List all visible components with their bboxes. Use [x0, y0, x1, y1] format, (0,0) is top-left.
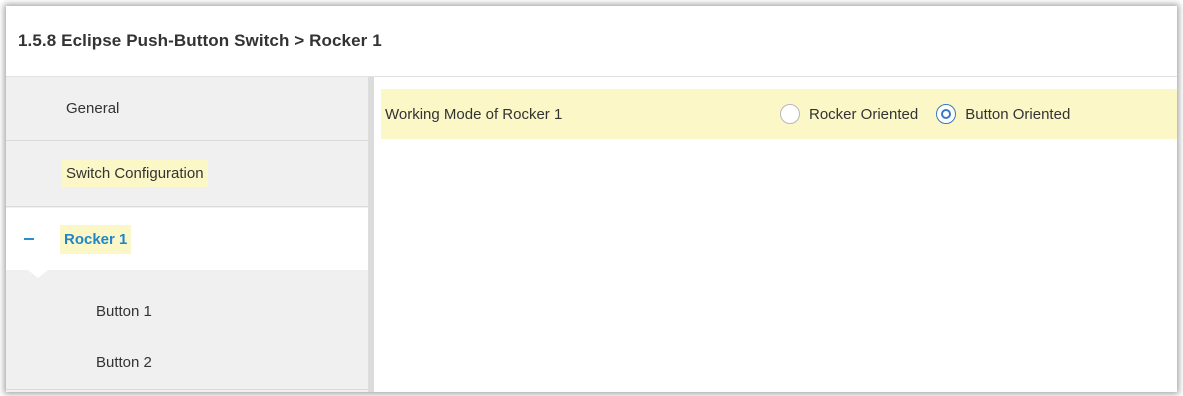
- radio-button-oriented[interactable]: Button Oriented: [936, 104, 1070, 124]
- sidebar-item-switch-configuration[interactable]: Switch Configuration: [6, 141, 368, 207]
- sidebar-item-general[interactable]: General: [6, 77, 368, 141]
- page-title: 1.5.8 Eclipse Push-Button Switch > Rocke…: [18, 31, 382, 50]
- sidebar-item-label: Rocker 1: [60, 224, 132, 254]
- working-mode-radio-group: Rocker Oriented Button Oriented: [780, 89, 1070, 139]
- sidebar-subitem-button-1[interactable]: Button 1: [6, 286, 368, 336]
- radio-label: Rocker Oriented: [809, 105, 919, 123]
- radio-checked-icon[interactable]: [936, 104, 957, 124]
- parameter-window: 1.5.8 Eclipse Push-Button Switch > Rocke…: [6, 6, 1177, 392]
- sidebar: General Switch Configuration Rocker 1 Bu…: [6, 77, 368, 392]
- divider: [6, 389, 368, 390]
- sidebar-splitter[interactable]: [368, 77, 374, 392]
- radio-rocker-oriented[interactable]: Rocker Oriented: [780, 104, 918, 124]
- sidebar-subitem-label: Button 1: [96, 302, 152, 320]
- header-bar: 1.5.8 Eclipse Push-Button Switch > Rocke…: [6, 6, 1177, 77]
- sidebar-subitem-label: Button 2: [96, 353, 152, 371]
- parameter-label: Working Mode of Rocker 1: [385, 105, 563, 123]
- collapse-icon[interactable]: [24, 238, 34, 240]
- radio-label: Button Oriented: [965, 105, 1071, 123]
- selection-pointer: [28, 270, 48, 278]
- sidebar-item-label: Switch Configuration: [62, 160, 208, 187]
- sidebar-item-rocker-1[interactable]: Rocker 1: [6, 208, 368, 270]
- sidebar-subitem-button-2[interactable]: Button 2: [6, 337, 368, 387]
- parameter-row-working-mode: Working Mode of Rocker 1 Rocker Oriented…: [381, 89, 1177, 139]
- sidebar-item-label: General: [66, 100, 120, 117]
- radio-unchecked-icon[interactable]: [780, 104, 800, 124]
